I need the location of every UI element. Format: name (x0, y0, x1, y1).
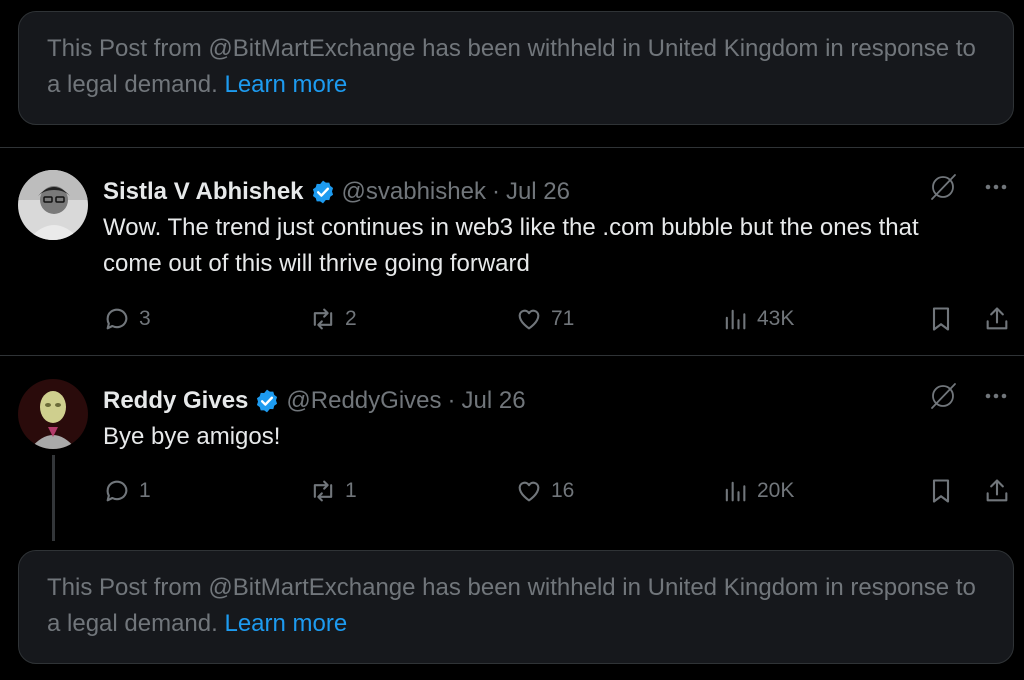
like-count: 16 (551, 479, 575, 502)
verified-badge-icon (257, 389, 278, 413)
notice-text: This Post from @BitMartExchange has been… (47, 574, 976, 637)
views-icon (725, 481, 746, 502)
divider (0, 355, 1024, 356)
share-icon (986, 307, 1008, 330)
more-icon[interactable] (982, 382, 1010, 410)
like-button[interactable]: 16 (515, 477, 574, 505)
divider (0, 147, 1024, 148)
action-bar: 3 2 71 43K (103, 302, 1015, 336)
views-button[interactable]: 43K (721, 305, 794, 333)
post-text: Bye bye amigos! (103, 423, 281, 450)
learn-more-link[interactable]: Learn more (224, 71, 347, 98)
bookmark-icon (932, 307, 950, 331)
like-count: 71 (551, 307, 575, 330)
views-icon (725, 309, 746, 330)
repost-button[interactable]: 2 (309, 305, 357, 333)
bookmark-icon (932, 479, 950, 503)
learn-more-link[interactable]: Learn more (224, 610, 347, 637)
repost-count: 1 (345, 479, 357, 502)
repost-icon (313, 308, 333, 330)
post-text: Wow. The trend just continues in web3 li… (103, 214, 919, 277)
avatar[interactable] (18, 170, 88, 240)
repost-button[interactable]: 1 (309, 477, 357, 505)
separator: · (491, 178, 500, 205)
post[interactable]: Reddy Gives @ReddyGives · Jul 26 Bye bye… (0, 379, 1024, 529)
withheld-notice: This Post from @BitMartExchange has been… (18, 11, 1014, 125)
bookmark-button[interactable] (927, 477, 955, 505)
reply-button[interactable]: 3 (103, 305, 151, 333)
grok-icon[interactable] (928, 381, 958, 411)
like-icon (518, 309, 540, 330)
withheld-notice: This Post from @BitMartExchange has been… (18, 550, 1014, 664)
views-count: 43K (757, 307, 795, 330)
author-name[interactable]: Reddy Gives (103, 387, 248, 415)
reply-icon (106, 308, 128, 330)
post-date[interactable]: Jul 26 (462, 387, 526, 415)
share-button[interactable] (983, 305, 1011, 333)
more-icon[interactable] (982, 173, 1010, 201)
post-date[interactable]: Jul 26 (506, 178, 570, 206)
author-name[interactable]: Sistla V Abhishek (103, 178, 304, 206)
avatar[interactable] (18, 379, 88, 449)
views-button[interactable]: 20K (721, 477, 794, 505)
notice-text: This Post from @BitMartExchange has been… (47, 35, 976, 98)
like-icon (518, 481, 540, 502)
action-bar: 1 1 16 20K (103, 474, 1015, 508)
reply-count: 3 (139, 307, 151, 330)
separator: · (447, 387, 456, 414)
post[interactable]: Sistla V Abhishek @svabhishek · Jul 26 W… (0, 170, 1024, 350)
like-button[interactable]: 71 (515, 305, 574, 333)
share-icon (986, 479, 1008, 502)
author-handle[interactable]: @ReddyGives (286, 387, 441, 415)
reply-button[interactable]: 1 (103, 477, 151, 505)
verified-badge-icon (312, 180, 333, 204)
bookmark-button[interactable] (927, 305, 955, 333)
views-count: 20K (757, 479, 795, 502)
grok-icon[interactable] (928, 172, 958, 202)
reply-count: 1 (139, 479, 151, 502)
author-handle[interactable]: @svabhishek (342, 178, 486, 206)
repost-icon (313, 480, 333, 502)
reply-icon (106, 480, 128, 502)
share-button[interactable] (983, 477, 1011, 505)
repost-count: 2 (345, 307, 357, 330)
